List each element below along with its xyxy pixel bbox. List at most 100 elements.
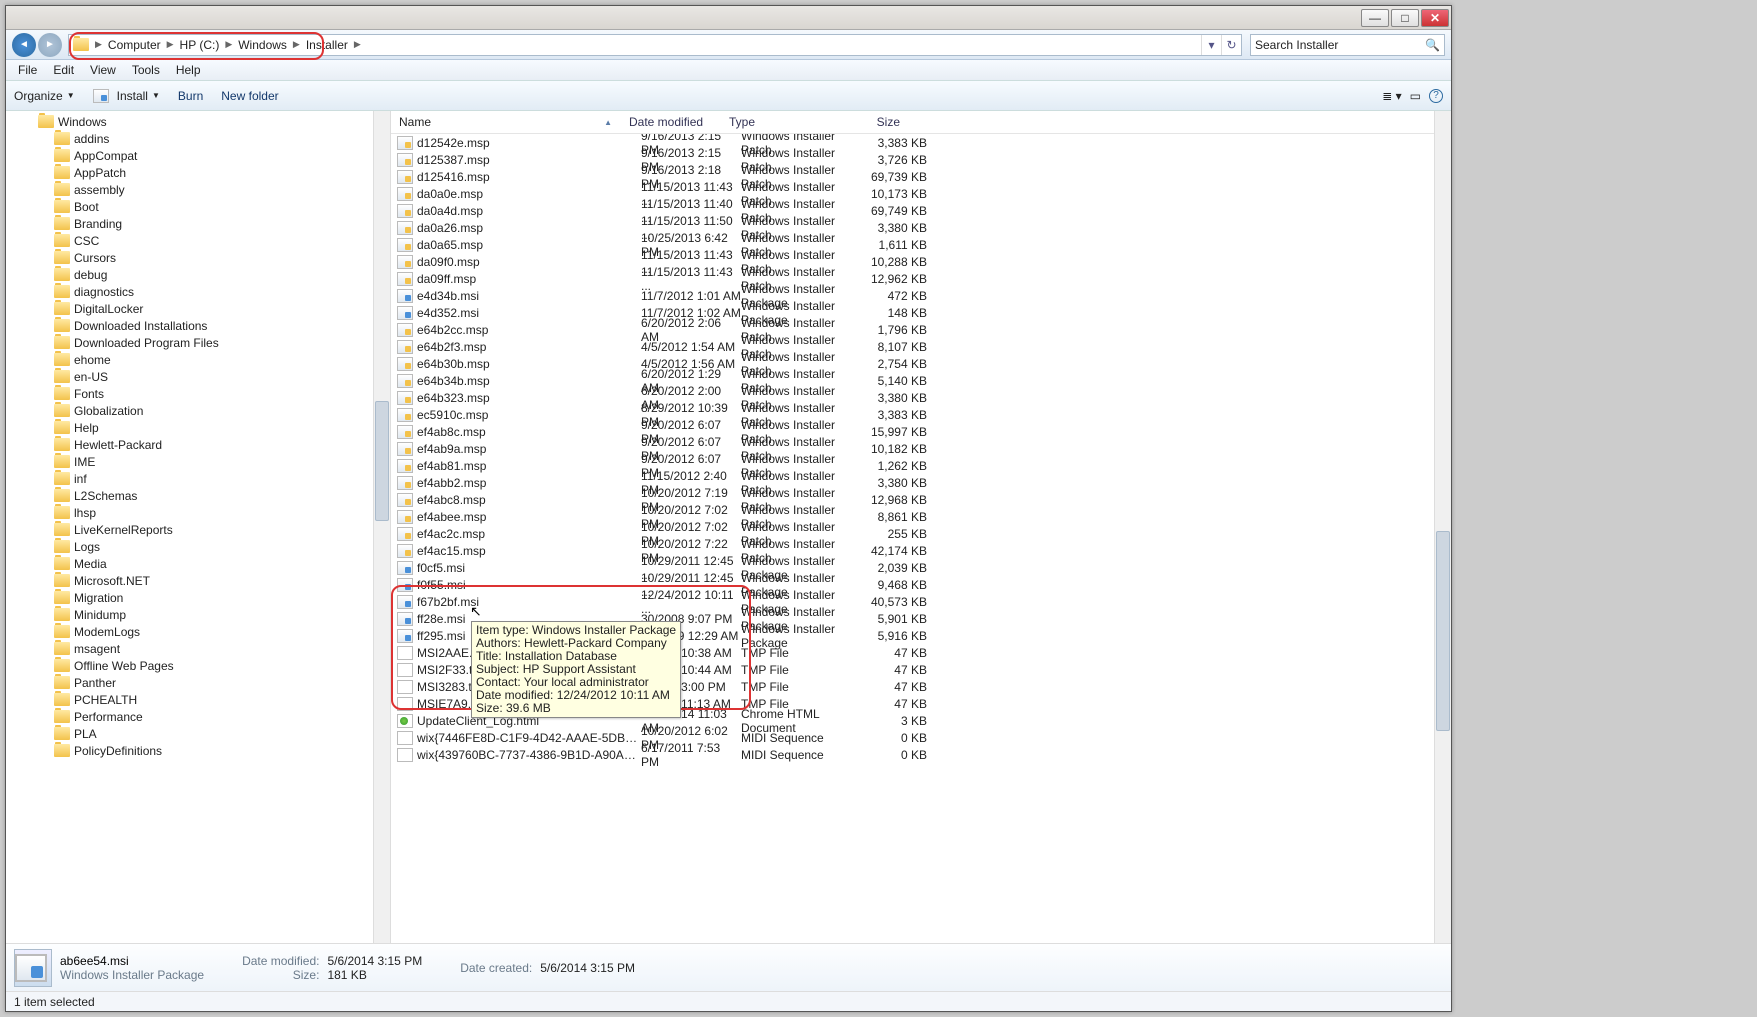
list-scrollbar[interactable]: [1434, 111, 1451, 943]
tree-item[interactable]: ModemLogs: [6, 623, 390, 640]
search-input[interactable]: Search Installer 🔍: [1250, 34, 1445, 56]
file-row[interactable]: e64b30b.msp4/5/2012 1:56 AMWindows Insta…: [391, 355, 1451, 372]
organize-button[interactable]: Organize ▼: [14, 89, 75, 103]
tree-item[interactable]: AppCompat: [6, 147, 390, 164]
file-row[interactable]: e64b323.msp6/20/2012 2:00 AMWindows Inst…: [391, 389, 1451, 406]
file-row[interactable]: d125416.msp9/16/2013 2:18 PMWindows Inst…: [391, 168, 1451, 185]
file-list[interactable]: Name▲ Date modified Type Size d12542e.ms…: [391, 111, 1451, 943]
file-row[interactable]: da09f0.msp11/15/2013 11:43 ...Windows In…: [391, 253, 1451, 270]
tree-item[interactable]: en-US: [6, 368, 390, 385]
tree-scrollbar[interactable]: [373, 111, 390, 943]
tree-item[interactable]: PCHEALTH: [6, 691, 390, 708]
maximize-button[interactable]: □: [1391, 9, 1419, 27]
file-row[interactable]: e4d34b.msi11/7/2012 1:01 AMWindows Insta…: [391, 287, 1451, 304]
file-row[interactable]: ec5910c.msp8/29/2012 10:39 PMWindows Ins…: [391, 406, 1451, 423]
tree-item[interactable]: LiveKernelReports: [6, 521, 390, 538]
col-size[interactable]: Size: [849, 111, 909, 133]
file-row[interactable]: wix{439760BC-7737-4386-9B1D-A90A3E8A22..…: [391, 746, 1451, 763]
file-row[interactable]: da0a65.msp10/25/2013 6:42 PMWindows Inst…: [391, 236, 1451, 253]
back-button[interactable]: ◄: [12, 33, 36, 57]
col-type[interactable]: Type: [721, 111, 849, 133]
crumb-windows[interactable]: Windows: [234, 35, 291, 55]
file-row[interactable]: ef4ac2c.msp10/20/2012 7:02 PMWindows Ins…: [391, 525, 1451, 542]
file-row[interactable]: ef4ab9a.msp9/20/2012 6:07 PMWindows Inst…: [391, 440, 1451, 457]
chevron-right-icon[interactable]: ▶: [93, 39, 104, 50]
burn-button[interactable]: Burn: [178, 89, 203, 103]
crumb-computer[interactable]: Computer: [104, 35, 165, 55]
file-row[interactable]: f0f55.msi10/29/2011 12:45 ...Windows Ins…: [391, 576, 1451, 593]
tree-item[interactable]: Panther: [6, 674, 390, 691]
tree-item[interactable]: msagent: [6, 640, 390, 657]
file-row[interactable]: ef4abc8.msp10/20/2012 7:19 PMWindows Ins…: [391, 491, 1451, 508]
chevron-right-icon[interactable]: ▶: [165, 39, 176, 50]
file-row[interactable]: ef4abee.msp10/20/2012 7:02 PMWindows Ins…: [391, 508, 1451, 525]
file-row[interactable]: ef4abb2.msp11/15/2012 2:40 PMWindows Ins…: [391, 474, 1451, 491]
tree-item[interactable]: Microsoft.NET: [6, 572, 390, 589]
menu-tools[interactable]: Tools: [124, 61, 168, 79]
tree-item[interactable]: inf: [6, 470, 390, 487]
forward-button[interactable]: ►: [38, 33, 62, 57]
minimize-button[interactable]: —: [1361, 9, 1389, 27]
install-button[interactable]: Install ▼: [93, 89, 160, 103]
address-bar[interactable]: ▶ Computer ▶ HP (C:) ▶ Windows ▶ Install…: [68, 34, 1242, 56]
crumb-installer[interactable]: Installer: [302, 35, 352, 55]
nav-tree[interactable]: Windows addinsAppCompatAppPatchassemblyB…: [6, 111, 391, 943]
file-row[interactable]: e64b2cc.msp6/20/2012 2:06 AMWindows Inst…: [391, 321, 1451, 338]
file-row[interactable]: da0a26.msp11/15/2013 11:50 ...Windows In…: [391, 219, 1451, 236]
menu-file[interactable]: File: [10, 61, 45, 79]
tree-item[interactable]: debug: [6, 266, 390, 283]
tree-item[interactable]: Downloaded Installations: [6, 317, 390, 334]
file-row[interactable]: da09ff.msp11/15/2013 11:43 ...Windows In…: [391, 270, 1451, 287]
tree-item[interactable]: PLA: [6, 725, 390, 742]
chevron-right-icon[interactable]: ▶: [223, 39, 234, 50]
tree-item[interactable]: Boot: [6, 198, 390, 215]
tree-item[interactable]: Minidump: [6, 606, 390, 623]
close-button[interactable]: ✕: [1421, 9, 1449, 27]
col-name[interactable]: Name▲: [391, 111, 621, 133]
tree-item[interactable]: DigitalLocker: [6, 300, 390, 317]
file-row[interactable]: ef4ac15.msp10/20/2012 7:22 PMWindows Ins…: [391, 542, 1451, 559]
tree-item[interactable]: addins: [6, 130, 390, 147]
tree-windows[interactable]: Windows: [6, 113, 390, 130]
file-row[interactable]: ef4ab81.msp9/20/2012 6:07 PMWindows Inst…: [391, 457, 1451, 474]
crumb-c[interactable]: HP (C:): [176, 35, 224, 55]
new-folder-button[interactable]: New folder: [221, 89, 278, 103]
tree-item[interactable]: Branding: [6, 215, 390, 232]
menu-edit[interactable]: Edit: [45, 61, 82, 79]
refresh-button[interactable]: ↻: [1221, 35, 1241, 55]
tree-item[interactable]: Media: [6, 555, 390, 572]
file-row[interactable]: wix{7446FE8D-C1F9-4D42-AAAE-5DBCE5860...…: [391, 729, 1451, 746]
menu-help[interactable]: Help: [168, 61, 209, 79]
tree-item[interactable]: Help: [6, 419, 390, 436]
file-row[interactable]: e64b34b.msp6/20/2012 1:29 AMWindows Inst…: [391, 372, 1451, 389]
preview-pane-button[interactable]: ▭: [1410, 89, 1421, 103]
tree-item[interactable]: Offline Web Pages: [6, 657, 390, 674]
chevron-right-icon[interactable]: ▶: [291, 39, 302, 50]
chevron-right-icon[interactable]: ▶: [352, 39, 363, 50]
view-options-button[interactable]: ≣ ▾: [1382, 89, 1401, 103]
file-row[interactable]: ef4ab8c.msp9/20/2012 6:07 PMWindows Inst…: [391, 423, 1451, 440]
tree-item[interactable]: Fonts: [6, 385, 390, 402]
file-row[interactable]: f67b2bf.msi12/24/2012 10:11 ...Windows I…: [391, 593, 1451, 610]
tree-item[interactable]: lhsp: [6, 504, 390, 521]
file-row[interactable]: da0a4d.msp11/15/2013 11:40 ...Windows In…: [391, 202, 1451, 219]
file-row[interactable]: d12542e.msp9/16/2013 2:15 PMWindows Inst…: [391, 134, 1451, 151]
file-row[interactable]: e64b2f3.msp4/5/2012 1:54 AMWindows Insta…: [391, 338, 1451, 355]
tree-item[interactable]: assembly: [6, 181, 390, 198]
menu-view[interactable]: View: [82, 61, 124, 79]
tree-item[interactable]: Cursors: [6, 249, 390, 266]
tree-item[interactable]: diagnostics: [6, 283, 390, 300]
tree-item[interactable]: Hewlett-Packard: [6, 436, 390, 453]
tree-item[interactable]: Downloaded Program Files: [6, 334, 390, 351]
tree-item[interactable]: PolicyDefinitions: [6, 742, 390, 759]
help-button[interactable]: ?: [1429, 89, 1443, 103]
file-row[interactable]: da0a0e.msp11/15/2013 11:43 ...Windows In…: [391, 185, 1451, 202]
tree-item[interactable]: Migration: [6, 589, 390, 606]
scroll-thumb[interactable]: [1436, 531, 1450, 731]
tree-item[interactable]: AppPatch: [6, 164, 390, 181]
history-dropdown[interactable]: ▾: [1201, 35, 1221, 55]
col-date[interactable]: Date modified: [621, 111, 721, 133]
tree-item[interactable]: Logs: [6, 538, 390, 555]
tree-item[interactable]: CSC: [6, 232, 390, 249]
file-row[interactable]: d125387.msp9/16/2013 2:15 PMWindows Inst…: [391, 151, 1451, 168]
